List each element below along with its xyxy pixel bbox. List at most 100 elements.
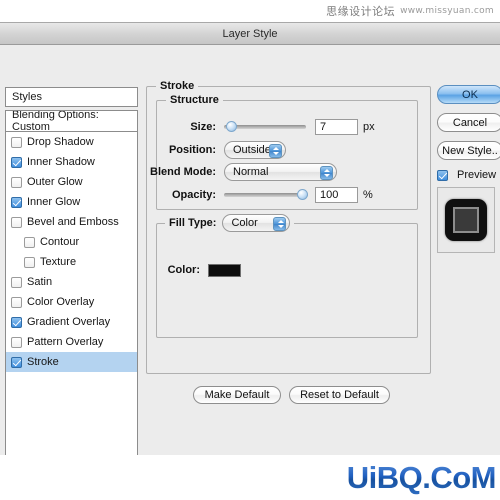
opacity-unit-label: % — [363, 189, 373, 201]
watermark-url: www.missyuan.com — [400, 6, 494, 16]
preview-thumbnail-inner-shape — [453, 207, 479, 233]
opacity-value: 100 — [320, 189, 339, 201]
effect-label: Satin — [27, 276, 53, 288]
style-effect-row[interactable]: Gradient Overlay — [6, 312, 137, 332]
effect-label: Outer Glow — [27, 176, 83, 188]
preview-thumbnail-frame — [437, 187, 495, 253]
blend-mode-label: Blend Mode: — [150, 166, 216, 178]
effect-checkbox[interactable] — [11, 156, 22, 168]
style-effect-row[interactable]: Inner Glow — [6, 192, 137, 212]
bottom-watermark: UiBQ.CoM — [0, 455, 500, 500]
effect-checkbox[interactable] — [24, 236, 35, 248]
chevron-updown-icon — [269, 143, 282, 158]
size-value: 7 — [320, 121, 327, 133]
effect-checkbox[interactable] — [11, 316, 22, 328]
size-input[interactable]: 7 — [315, 119, 358, 135]
effect-label: Inner Glow — [27, 196, 81, 208]
style-effect-row[interactable]: Pattern Overlay — [6, 332, 137, 352]
color-label: Color: — [167, 264, 200, 276]
chevron-updown-icon — [273, 216, 287, 231]
effect-checkbox[interactable] — [24, 256, 35, 268]
style-effects-list: Drop Shadow Inner Shadow Outer Glow Inner G… — [6, 132, 137, 372]
size-slider-knob[interactable] — [226, 121, 238, 132]
effect-label: Contour — [40, 236, 80, 248]
preview-toggle[interactable]: Preview — [437, 169, 500, 181]
styles-header-button[interactable]: Styles — [5, 87, 138, 107]
style-effect-row[interactable]: Bevel and Emboss — [6, 212, 137, 232]
opacity-slider-track — [224, 193, 308, 197]
make-default-label: Make Default — [204, 389, 270, 401]
position-value: Outside — [233, 144, 271, 156]
position-row: Position: Outside — [156, 141, 418, 159]
position-select[interactable]: Outside — [224, 141, 286, 159]
fill-type-select[interactable]: Color — [222, 214, 291, 232]
blend-mode-select[interactable]: Normal — [224, 163, 337, 181]
dialog-titlebar[interactable]: Layer Style — [0, 23, 500, 45]
cancel-button[interactable]: Cancel — [437, 113, 500, 132]
stroke-settings-panel: Stroke Structure Size: 7 px Position: Ou… — [146, 78, 431, 446]
chevron-updown-icon — [320, 165, 333, 180]
reset-to-default-button[interactable]: Reset to Default — [289, 386, 390, 404]
opacity-input[interactable]: 100 — [315, 187, 358, 203]
preview-label: Preview — [457, 169, 497, 181]
effect-checkbox[interactable] — [11, 136, 22, 148]
ok-label: OK — [462, 88, 478, 101]
style-effect-row[interactable]: Satin — [6, 272, 137, 292]
effect-label: Texture — [40, 256, 77, 268]
styles-list[interactable]: Blending Options: Custom Drop Shadow Inne… — [5, 110, 138, 471]
color-swatch[interactable] — [208, 263, 241, 277]
reset-to-default-label: Reset to Default — [300, 389, 379, 401]
blend-mode-row: Blend Mode: Normal — [148, 163, 418, 181]
structure-group-label: Structure — [166, 94, 223, 106]
watermark-chinese-text: 思缘设计论坛 — [326, 5, 396, 18]
effect-checkbox[interactable] — [11, 356, 22, 368]
size-row: Size: 7 px — [156, 118, 418, 136]
fill-type-value: Color — [231, 217, 258, 229]
effect-label: Gradient Overlay — [27, 316, 111, 328]
new-style-label: New Style.. — [442, 144, 498, 157]
style-effect-row[interactable]: Stroke — [6, 352, 137, 372]
blend-mode-value: Normal — [233, 166, 269, 178]
fill-type-group: Fill Type: Color — [156, 214, 418, 338]
opacity-row: Opacity: 100 % — [156, 186, 418, 204]
style-effect-row[interactable]: Inner Shadow — [6, 152, 137, 172]
style-effect-row[interactable]: Drop Shadow — [6, 132, 137, 152]
size-unit-label: px — [363, 121, 375, 133]
style-effect-row[interactable]: Texture — [6, 252, 137, 272]
opacity-slider[interactable] — [224, 188, 308, 202]
uibq-logo-text: UiBQ.CoM — [346, 459, 497, 495]
effect-checkbox[interactable] — [11, 176, 22, 188]
ok-button[interactable]: OK — [437, 85, 500, 104]
color-row: Color: — [166, 261, 241, 279]
blending-options-label: Blending Options: Custom — [12, 110, 99, 133]
stroke-group-label: Stroke — [156, 80, 199, 92]
opacity-slider-knob[interactable] — [297, 189, 308, 200]
styles-header-label: Styles — [12, 91, 42, 103]
dialog-body: Styles Blending Options: Custom Drop Sha… — [0, 45, 500, 471]
style-effect-row[interactable]: Contour — [6, 232, 137, 252]
effect-label: Pattern Overlay — [27, 336, 104, 348]
new-style-button[interactable]: New Style.. — [437, 141, 500, 160]
effect-checkbox[interactable] — [11, 196, 22, 208]
effect-label: Bevel and Emboss — [27, 216, 119, 228]
make-default-button[interactable]: Make Default — [193, 386, 281, 404]
layer-style-dialog: Layer Style Styles Blending Options: Cus… — [0, 22, 500, 471]
fill-type-header: Fill Type: Color — [165, 214, 295, 232]
fill-type-label: Fill Type: — [169, 217, 217, 229]
style-effect-row[interactable]: Color Overlay — [6, 292, 137, 312]
preview-thumbnail — [445, 199, 487, 241]
opacity-label: Opacity: — [171, 189, 216, 201]
effect-checkbox[interactable] — [11, 336, 22, 348]
size-slider[interactable] — [224, 120, 306, 134]
effect-checkbox[interactable] — [11, 276, 22, 288]
dialog-title: Layer Style — [222, 27, 278, 40]
effect-checkbox[interactable] — [11, 296, 22, 308]
style-effect-row[interactable]: Outer Glow — [6, 172, 137, 192]
effect-label: Inner Shadow — [27, 156, 95, 168]
styles-sidebar: Styles Blending Options: Custom Drop Sha… — [5, 87, 138, 471]
effect-checkbox[interactable] — [11, 216, 22, 228]
preview-checkbox[interactable] — [437, 169, 448, 181]
blending-options-row[interactable]: Blending Options: Custom — [6, 110, 137, 133]
top-watermark: 思缘设计论坛 www.missyuan.com — [0, 0, 500, 22]
cancel-label: Cancel — [452, 116, 488, 129]
